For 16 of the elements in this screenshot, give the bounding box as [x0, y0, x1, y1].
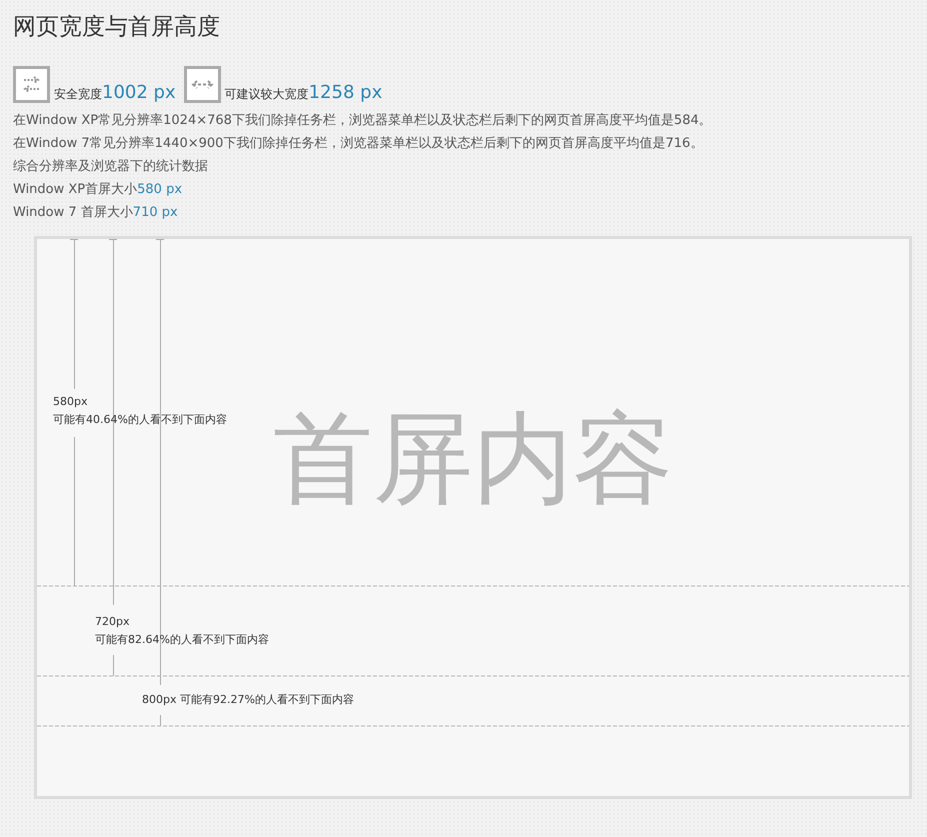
hidden-content-note: 可能有92.27%的人看不到下面内容: [180, 693, 354, 706]
screen-size-text: Window XP首屏大小580 px: [13, 181, 184, 199]
description-text: 综合分辨率及浏览器下的统计数据: [13, 158, 209, 176]
first-screen-label: 首屏内容: [273, 399, 673, 519]
height-label: 580px: [53, 394, 88, 410]
description-text: 在Window XP常见分辨率1024×768下我们除掉任务栏，浏览器菜单栏以及状态栏后剩下的网页首屏高度平均值是584。: [13, 112, 713, 130]
description-text: 在Window 7常见分辨率1440×900下我们除掉任务栏，浏览器菜单栏以及状态栏后剩下的网页首屏高度平均值是716。: [13, 135, 704, 153]
swap-arrows-icon: [13, 66, 50, 103]
hidden-content-note: 可能有40.64%的人看不到下面内容: [53, 412, 227, 428]
width-text: 可建议较大宽度 1258 px: [224, 85, 382, 102]
screen-size-text: Window 7 首屏大小710 px: [13, 204, 179, 222]
hidden-content-note: 可能有82.64%的人看不到下面内容: [95, 632, 269, 648]
height-label: 800px: [142, 693, 176, 706]
width-text: 安全宽度 1002 px: [54, 85, 176, 102]
height-label: 720px: [95, 614, 130, 630]
page-title: 网页宽度与首屏高度: [13, 13, 221, 42]
